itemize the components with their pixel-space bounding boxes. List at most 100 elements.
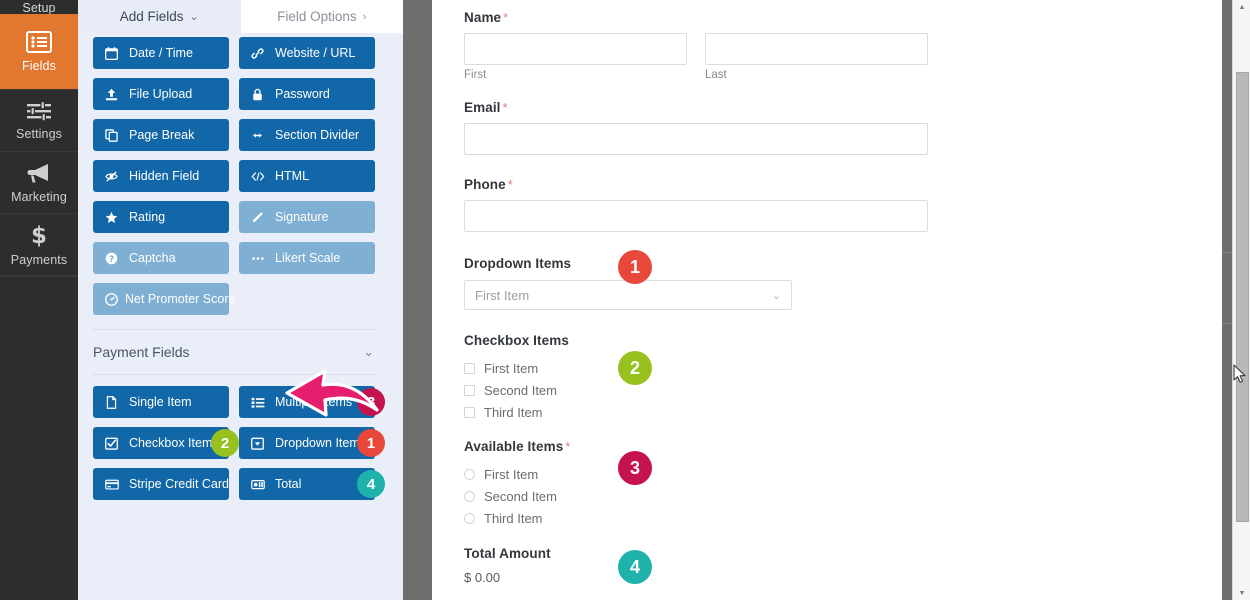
form-preview: Name * First Last Email * Phone * Dropdo…: [432, 0, 1222, 600]
sidebar-item-settings[interactable]: Settings: [0, 90, 78, 152]
svg-text:$: $: [31, 223, 47, 247]
phone-input[interactable]: [464, 200, 928, 232]
scroll-down-icon[interactable]: ▼: [1233, 586, 1250, 600]
radio-option[interactable]: Second Item: [464, 489, 964, 504]
code-icon: [251, 170, 268, 183]
field-button-page-break[interactable]: Page Break: [93, 119, 229, 151]
arrows-h-icon: [251, 129, 268, 142]
form-field-dropdown-items: Dropdown Items First Item ⌄ 1: [464, 250, 964, 310]
field-button-total[interactable]: Total 4: [239, 468, 385, 500]
chevron-down-icon: ⌄: [189, 11, 199, 23]
radio-icon[interactable]: [464, 469, 475, 480]
checkbox-option[interactable]: Second Item: [464, 383, 964, 398]
sliders-icon: [26, 100, 52, 121]
checkbox-icon[interactable]: [464, 385, 475, 396]
field-button-single-item[interactable]: Single Item: [93, 386, 229, 418]
field-button-html[interactable]: HTML: [239, 160, 375, 192]
field-button-likert-scale[interactable]: Likert Scale: [239, 242, 375, 274]
megaphone-icon: [26, 162, 52, 184]
checkbox-option-label: Third Item: [484, 405, 543, 420]
field-button-section-divider[interactable]: Section Divider: [239, 119, 375, 151]
scroll-up-icon[interactable]: ▲: [1233, 0, 1250, 14]
tab-field-options[interactable]: Field Options ›: [240, 0, 403, 33]
field-button-rating[interactable]: Rating: [93, 201, 229, 233]
browser-scrollbar[interactable]: ▲ ▼: [1232, 0, 1250, 600]
pages-icon: [105, 128, 122, 142]
canvas-gutter-left: [403, 0, 432, 600]
email-input[interactable]: [464, 123, 928, 155]
field-button-stripe-credit-card[interactable]: Stripe Credit Card: [93, 468, 229, 500]
email-label-text: Email: [464, 100, 501, 115]
field-button-label: Page Break: [129, 128, 195, 142]
checkbox-option[interactable]: Third Item: [464, 405, 964, 420]
field-button-net-promoter-score[interactable]: Net Promoter Score: [93, 283, 235, 315]
annotation-badge-2: 2: [618, 351, 652, 385]
sidebar-divider: [0, 276, 78, 277]
field-button-checkbox-items[interactable]: Checkbox Items 2: [93, 427, 239, 459]
payment-fields-section-header[interactable]: Payment Fields ⌄: [93, 329, 376, 375]
name-first-input[interactable]: [464, 33, 687, 65]
field-button-label: Multiple Items: [275, 395, 353, 409]
field-button-multiple-items[interactable]: Multiple Items 3: [239, 386, 385, 418]
name-last-input[interactable]: [705, 33, 928, 65]
lock-icon: [251, 88, 268, 101]
field-button-password[interactable]: Password: [239, 78, 375, 110]
field-button-dropdown-items[interactable]: Dropdown Items 1: [239, 427, 385, 459]
form-field-phone: Phone *: [464, 177, 964, 232]
gauge-icon: [105, 292, 118, 306]
form-field-checkbox-items: Checkbox Items First Item Second Item Th…: [464, 333, 964, 427]
upload-icon: [105, 88, 122, 101]
list-icon: [26, 30, 52, 53]
field-button-date-time[interactable]: Date / Time: [93, 37, 229, 69]
tab-add-fields-label: Add Fields: [119, 9, 184, 24]
browser-scrollbar-thumb[interactable]: [1236, 72, 1249, 522]
phone-label: Phone *: [464, 177, 964, 192]
tab-add-fields[interactable]: Add Fields ⌄: [78, 0, 241, 33]
pencil-icon: [251, 211, 268, 224]
field-button-label: Total: [275, 477, 302, 491]
eye-slash-icon: [105, 170, 122, 183]
calendar-icon: [105, 46, 122, 60]
checkbox-option[interactable]: First Item: [464, 361, 964, 376]
field-button-label: Date / Time: [129, 46, 193, 60]
field-button-label: Dropdown Items: [275, 436, 367, 450]
field-button-label: Section Divider: [275, 128, 360, 142]
field-button-website-url[interactable]: Website / URL: [239, 37, 375, 69]
field-button-captcha[interactable]: ? Captcha: [93, 242, 229, 274]
field-button-file-upload[interactable]: File Upload: [93, 78, 229, 110]
radio-option[interactable]: Third Item: [464, 511, 964, 526]
radio-option-label: First Item: [484, 467, 539, 482]
field-button-label: Website / URL: [275, 46, 356, 60]
annotation-badge-4: 4: [357, 470, 385, 498]
form-field-name: Name * First Last: [464, 10, 964, 81]
sidebar-item-marketing[interactable]: Marketing: [0, 152, 78, 214]
radio-icon[interactable]: [464, 513, 475, 524]
field-button-label: Likert Scale: [275, 251, 341, 265]
field-button-label: Checkbox Items: [129, 436, 219, 450]
email-label: Email *: [464, 100, 964, 115]
field-button-label: Rating: [129, 210, 166, 224]
sidebar-item-fields[interactable]: Fields: [0, 14, 78, 90]
radio-option-label: Third Item: [484, 511, 543, 526]
dropdown-items-select[interactable]: First Item ⌄: [464, 280, 792, 310]
radio-option[interactable]: First Item: [464, 467, 964, 482]
form-field-total-amount: Total Amount $ 0.00 4: [464, 546, 964, 585]
payment-fields-title: Payment Fields: [93, 344, 190, 360]
sidebar-item-setup-label: Setup: [22, 1, 56, 14]
sidebar-item-settings-label: Settings: [16, 126, 62, 141]
phone-label-text: Phone: [464, 177, 506, 192]
field-button-hidden-field[interactable]: Hidden Field: [93, 160, 229, 192]
svg-text:?: ?: [109, 254, 114, 264]
field-button-signature[interactable]: Signature: [239, 201, 375, 233]
checkbox-icon[interactable]: [464, 407, 475, 418]
sidebar-item-payments[interactable]: $ Payments: [0, 214, 78, 276]
link-icon: [251, 47, 268, 60]
annotation-badge-4: 4: [618, 550, 652, 584]
radio-icon[interactable]: [464, 491, 475, 502]
check-square-icon: [105, 437, 122, 450]
sidebar-item-setup[interactable]: Setup: [0, 0, 78, 14]
list-ul-icon: [251, 396, 268, 409]
sidebar-item-marketing-label: Marketing: [11, 189, 67, 204]
checkbox-icon[interactable]: [464, 363, 475, 374]
checkbox-option-label: First Item: [484, 361, 539, 376]
